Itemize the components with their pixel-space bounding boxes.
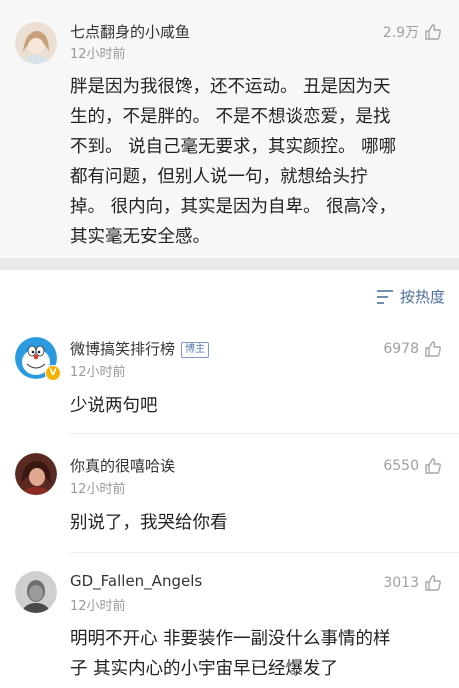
post-username[interactable]: 七点翻身的小咸鱼 [70, 21, 190, 42]
avatar[interactable] [15, 571, 57, 613]
user-photo-avatar-icon [15, 453, 57, 495]
post-content: 胖是因为我很馋，还不运动。 丑是因为天 生的，不是胖的。 不是不想谈恋爱，是找 … [70, 72, 450, 252]
thumbs-up-icon [425, 575, 441, 591]
sort-lines-icon [376, 289, 393, 304]
sort-label: 按热度 [399, 288, 445, 306]
thumbs-up-icon [425, 341, 441, 357]
post-line: 其实毫无安全感。 [70, 227, 210, 247]
comment-content: 别说了，我哭给你看 [70, 513, 228, 533]
comment-line: 子 其实内心的小宇宙早已经爆发了 [70, 659, 339, 679]
sort-by-hot-button[interactable]: 按热度 [376, 286, 445, 307]
post-line: 都有问题，但别人说一句，就想给头拧 [70, 167, 368, 187]
comment-time: 12小时前 [70, 365, 126, 380]
section-divider [0, 258, 459, 270]
post-line: 不到。 说自己毫无要求，其实颜控。 哪哪 [70, 137, 397, 157]
original-post: 七点翻身的小咸鱼 12小时前 2.9万 胖是因为我很馋，还不运动。 丑是因为天 … [0, 0, 459, 258]
comment-divider [70, 433, 459, 434]
post-line: 生的，不是胖的。 不是不想谈恋爱，是找 [70, 107, 391, 127]
comment-like-button[interactable]: 6978 [383, 339, 443, 359]
post-like-button[interactable]: 2.9万 [383, 22, 443, 42]
comment-username[interactable]: GD_Fallen_Angels [70, 572, 202, 590]
avatar-illustration-icon [15, 22, 57, 64]
comment-time: 12小时前 [70, 599, 126, 614]
comment-content: 少说两句吧 [70, 396, 158, 416]
user-photo-avatar-icon [15, 571, 57, 613]
avatar[interactable] [15, 22, 57, 64]
verified-badge-icon: V [45, 365, 61, 381]
thumbs-up-icon [425, 458, 441, 474]
author-badge: 博主 [181, 342, 210, 358]
post-line: 胖是因为我很馋，还不运动。 丑是因为天 [70, 77, 391, 97]
comment-like-button[interactable]: 3013 [383, 573, 443, 593]
post-line: 掉。 很内向，其实是因为自卑。 很高冷， [70, 197, 397, 217]
post-like-count: 2.9万 [382, 25, 419, 41]
thumbs-up-icon [425, 24, 441, 40]
comment-divider [70, 552, 459, 553]
comment-line: 明明不开心 非要装作一副没什么事情的样 [70, 629, 391, 649]
comment-username-text: 微博搞笑排行榜 [70, 340, 176, 358]
comment-username[interactable]: 你真的很嘻哈诶 [70, 455, 175, 476]
comment-content: 明明不开心 非要装作一副没什么事情的样 子 其实内心的小宇宙早已经爆发了 [70, 624, 450, 684]
post-time: 12小时前 [70, 47, 126, 62]
comment-username[interactable]: 微博搞笑排行榜 博主 [70, 338, 210, 359]
avatar[interactable] [15, 453, 57, 495]
comment-like-count: 3013 [383, 575, 419, 591]
comment-like-count: 6978 [383, 341, 419, 357]
comment-like-button[interactable]: 6550 [383, 456, 443, 476]
comment-time: 12小时前 [70, 482, 126, 497]
comment-like-count: 6550 [383, 458, 419, 474]
